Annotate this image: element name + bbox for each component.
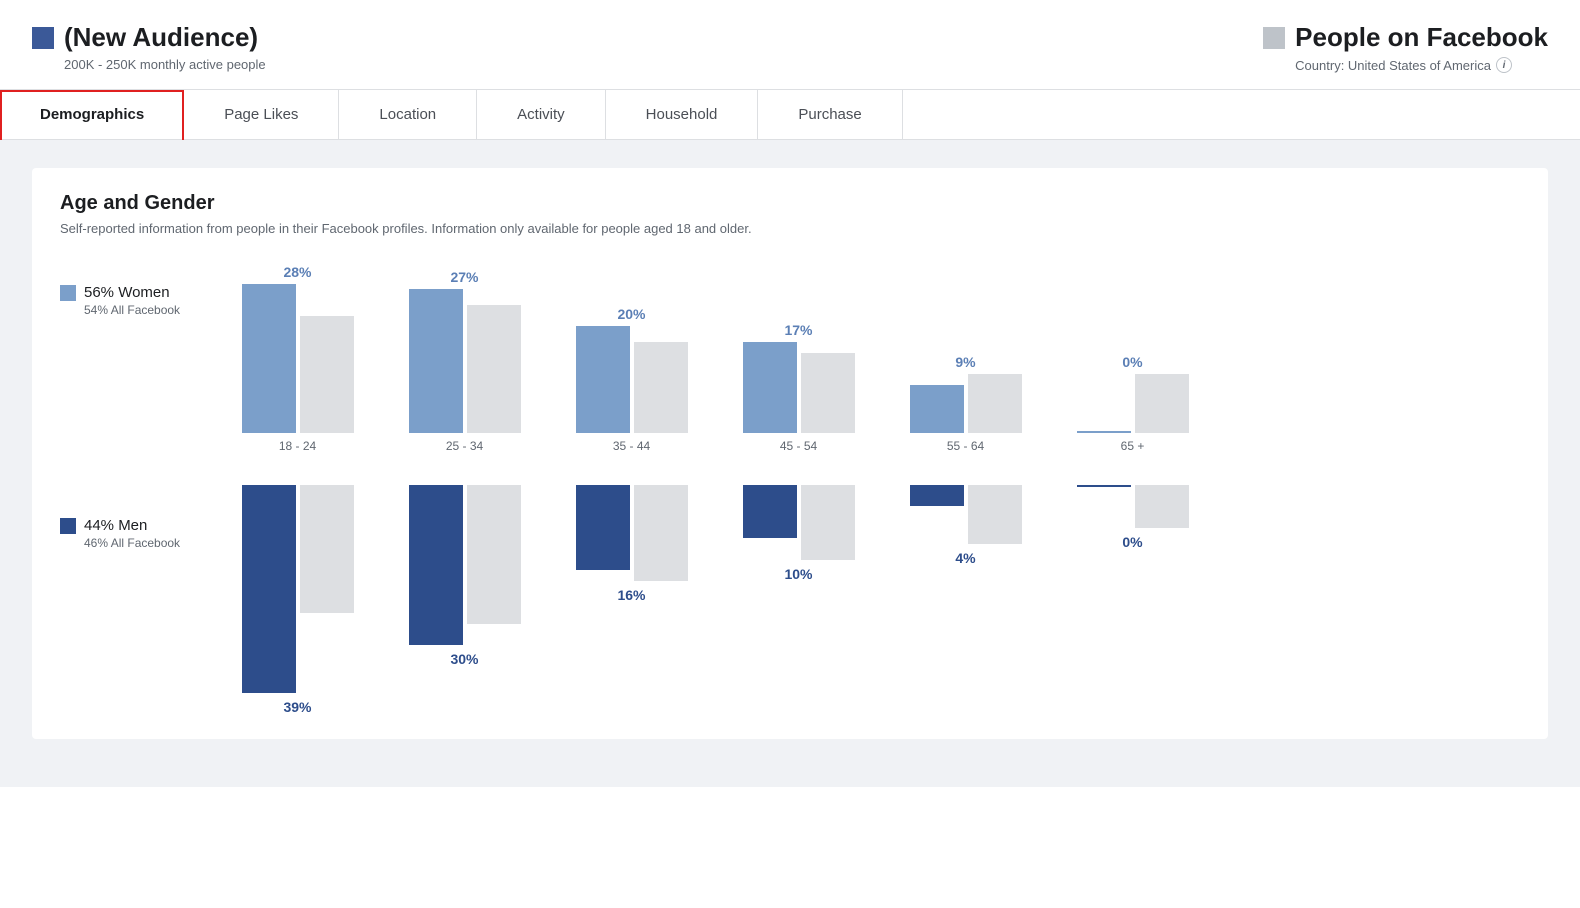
men-pct-label-3: 10% (784, 566, 812, 582)
section-card: Age and Gender Self-reported information… (32, 168, 1548, 739)
audience-icon (32, 27, 54, 49)
bar-group-men-18- 24: 39% (220, 485, 375, 715)
legend-men: 44% Men 46% All Facebook (60, 517, 220, 550)
info-icon[interactable]: i (1496, 57, 1512, 73)
men-bg-bar-4 (968, 485, 1022, 544)
women-bg-bar-5 (1135, 374, 1189, 433)
tabs-container: Demographics Page Likes Location Activit… (0, 89, 1580, 140)
legend-men-icon (60, 518, 76, 534)
women-fg-bar-3 (743, 342, 797, 433)
audience-subtitle: 200K - 250K monthly active people (64, 57, 266, 72)
bar-group-women-25- 34: 27% 25 - 34 (387, 269, 542, 453)
men-bg-bar-2 (634, 485, 688, 581)
men-fg-bar-2 (576, 485, 630, 570)
page-wrapper: (New Audience) 200K - 250K monthly activ… (0, 0, 1580, 908)
bar-group-men-45- 54: 10% (721, 485, 876, 582)
legend-women: 56% Women 54% All Facebook (60, 284, 220, 317)
header-left: (New Audience) 200K - 250K monthly activ… (32, 22, 266, 72)
fb-title: People on Facebook (1295, 22, 1548, 53)
age-label-women-2: 35 - 44 (613, 439, 650, 453)
main-content: Age and Gender Self-reported information… (0, 140, 1580, 787)
age-label-women-3: 45 - 54 (780, 439, 817, 453)
women-fg-bar-1 (409, 289, 463, 433)
women-pct-label-3: 17% (784, 322, 812, 338)
facebook-people-title-row: People on Facebook (1263, 22, 1548, 53)
facebook-icon (1263, 27, 1285, 49)
age-label-women-1: 25 - 34 (446, 439, 483, 453)
women-bg-bar-4 (968, 374, 1022, 433)
women-pct-label-4: 9% (955, 354, 975, 370)
tab-location[interactable]: Location (339, 90, 477, 139)
bar-group-men-25- 34: 30% (387, 485, 542, 667)
men-fg-bar-3 (743, 485, 797, 538)
legend-women-all-fb: 54% All Facebook (84, 303, 220, 317)
section-description: Self-reported information from people in… (60, 221, 1520, 236)
tab-page-likes[interactable]: Page Likes (184, 90, 339, 139)
women-bg-bar-3 (801, 353, 855, 433)
tab-purchase[interactable]: Purchase (758, 90, 902, 139)
bar-group-women-45- 54: 17% 45 - 54 (721, 322, 876, 453)
women-fg-bar-0 (242, 284, 296, 433)
charts-area: 56% Women 54% All Facebook 44% Men 46% A… (60, 264, 1520, 715)
age-label-women-0: 18 - 24 (279, 439, 316, 453)
women-pct-label-2: 20% (617, 306, 645, 322)
men-fg-bar-0 (242, 485, 296, 693)
women-pct-label-0: 28% (283, 264, 311, 280)
women-pct-label-1: 27% (450, 269, 478, 285)
men-fg-bar-5 (1077, 485, 1131, 487)
bar-group-women-65+: 0% 65 + (1055, 354, 1210, 453)
men-pct-label-0: 39% (283, 699, 311, 715)
legend-women-pct: 56% Women (84, 284, 170, 301)
age-label-women-4: 55 - 64 (947, 439, 984, 453)
legend-women-icon (60, 285, 76, 301)
bar-group-women-18- 24: 28% 18 - 24 (220, 264, 375, 453)
men-fg-bar-1 (409, 485, 463, 645)
women-chart-row: 28% 18 - 24 27% 25 - 34 20% 35 - 44 17% 45 - 54… (220, 264, 1520, 461)
women-bg-bar-0 (300, 316, 354, 433)
bar-group-women-55- 64: 9% 55 - 64 (888, 354, 1043, 453)
bar-group-women-35- 44: 20% 35 - 44 (554, 306, 709, 453)
legend-women-row: 56% Women (60, 284, 220, 301)
legend-side: 56% Women 54% All Facebook 44% Men 46% A… (60, 264, 220, 556)
men-bg-bar-0 (300, 485, 354, 613)
women-bg-bar-2 (634, 342, 688, 433)
women-fg-bar-4 (910, 385, 964, 433)
men-pct-label-2: 16% (617, 587, 645, 603)
men-bg-bar-5 (1135, 485, 1189, 528)
legend-men-row: 44% Men (60, 517, 220, 534)
audience-title-row: (New Audience) (32, 22, 266, 53)
age-label-women-5: 65 + (1121, 439, 1145, 453)
bar-group-men-65+: 0% (1055, 485, 1210, 550)
fb-subtitle: Country: United States of America i (1295, 57, 1512, 73)
men-pct-label-4: 4% (955, 550, 975, 566)
tab-household[interactable]: Household (606, 90, 759, 139)
charts-container: 28% 18 - 24 27% 25 - 34 20% 35 - 44 17% 45 - 54… (220, 264, 1520, 715)
audience-title: (New Audience) (64, 22, 258, 53)
women-fg-bar-5 (1077, 431, 1131, 433)
section-title: Age and Gender (60, 192, 1520, 215)
men-pct-label-5: 0% (1122, 534, 1142, 550)
fb-country-text: Country: United States of America (1295, 58, 1491, 73)
legend-men-all-fb: 46% All Facebook (84, 536, 220, 550)
men-fg-bar-4 (910, 485, 964, 506)
bar-group-men-35- 44: 16% (554, 485, 709, 603)
women-pct-label-5: 0% (1122, 354, 1142, 370)
men-pct-label-1: 30% (450, 651, 478, 667)
men-bg-bar-3 (801, 485, 855, 560)
bar-group-men-55- 64: 4% (888, 485, 1043, 566)
men-chart-row: 39% 30% 16% 10% 4% 0% (220, 477, 1520, 715)
men-bg-bar-1 (467, 485, 521, 624)
tab-activity[interactable]: Activity (477, 90, 606, 139)
legend-men-pct: 44% Men (84, 517, 147, 534)
women-fg-bar-2 (576, 326, 630, 433)
women-bg-bar-1 (467, 305, 521, 433)
header: (New Audience) 200K - 250K monthly activ… (0, 0, 1580, 89)
header-right: People on Facebook Country: United State… (1263, 22, 1548, 73)
tab-demographics[interactable]: Demographics (0, 90, 184, 140)
